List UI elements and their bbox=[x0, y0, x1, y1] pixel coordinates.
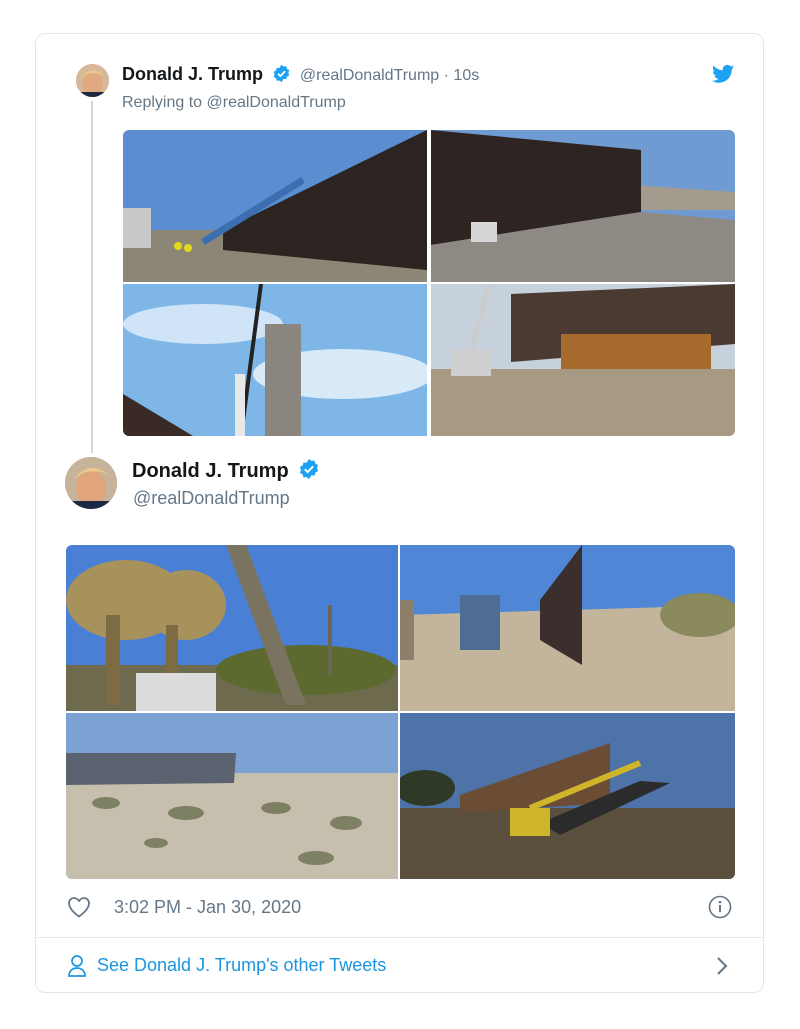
tweet-time[interactable]: · 10s bbox=[444, 67, 480, 84]
avatar[interactable] bbox=[65, 457, 117, 509]
author-name[interactable]: Donald J. Trump bbox=[122, 64, 263, 84]
media-photo[interactable] bbox=[400, 713, 735, 879]
verified-badge-icon bbox=[272, 64, 291, 83]
media-photo[interactable] bbox=[123, 284, 427, 436]
media-photo[interactable] bbox=[431, 130, 735, 282]
tweet-timestamp[interactable]: 3:02 PM - Jan 30, 2020 bbox=[114, 897, 301, 918]
main-tweet-header: Donald J. Trump bbox=[132, 458, 320, 483]
author-name[interactable]: Donald J. Trump bbox=[132, 460, 289, 482]
chevron-right-icon bbox=[715, 955, 729, 977]
main-media-grid bbox=[66, 545, 735, 879]
replying-to[interactable]: Replying to @realDonaldTrump bbox=[122, 94, 346, 112]
avatar[interactable] bbox=[76, 64, 109, 97]
other-tweets-link-row[interactable]: See Donald J. Trump's other Tweets bbox=[36, 937, 763, 994]
reply-tweet-header: Donald J. Trump @realDonaldTrump · 10s bbox=[122, 64, 479, 85]
twitter-bird-icon[interactable] bbox=[712, 64, 734, 84]
heart-icon[interactable] bbox=[67, 896, 91, 918]
thread-line bbox=[91, 101, 93, 453]
media-photo[interactable] bbox=[66, 713, 398, 879]
media-photo[interactable] bbox=[66, 545, 398, 711]
see-other-tweets-link[interactable]: See Donald J. Trump's other Tweets bbox=[97, 955, 386, 976]
person-icon bbox=[67, 954, 87, 978]
media-photo[interactable] bbox=[431, 284, 735, 436]
verified-badge-icon bbox=[298, 458, 320, 480]
info-icon[interactable] bbox=[708, 895, 732, 919]
reply-media-grid bbox=[123, 130, 735, 436]
author-handle[interactable]: @realDonaldTrump bbox=[300, 67, 439, 84]
media-photo[interactable] bbox=[123, 130, 427, 282]
author-handle[interactable]: @realDonaldTrump bbox=[133, 488, 290, 509]
embedded-tweet-card: Donald J. Trump @realDonaldTrump · 10s R… bbox=[35, 33, 764, 993]
media-photo[interactable] bbox=[400, 545, 735, 711]
